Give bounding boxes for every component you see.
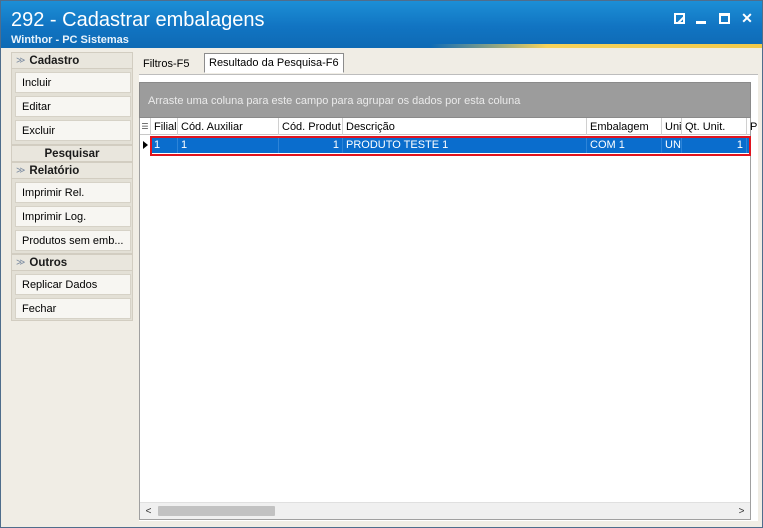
scroll-left-icon[interactable]: < xyxy=(140,503,157,519)
app-window: 292 - Cadastrar embalagens Winthor - PC … xyxy=(0,0,763,528)
title-bar-accent xyxy=(431,44,762,48)
title-bar[interactable]: 292 - Cadastrar embalagens Winthor - PC … xyxy=(1,1,762,48)
column-header-filial[interactable]: Filial xyxy=(151,118,178,135)
sidebar: ≫ Cadastro Incluir Editar Excluir Pesqui… xyxy=(11,52,134,522)
group-by-hint: Arraste uma coluna para este campo para … xyxy=(148,95,521,107)
excluir-button[interactable]: Excluir xyxy=(15,120,131,141)
column-chooser-icon[interactable]: ☰ xyxy=(140,118,151,135)
scrollbar-thumb[interactable] xyxy=(158,506,275,516)
imprimir-log-button[interactable]: Imprimir Log. xyxy=(15,206,131,227)
group-header-pesquisar[interactable]: Pesquisar xyxy=(11,145,133,162)
chevron-down-icon: ≫ xyxy=(16,55,26,65)
group-body-cadastro: Incluir Editar Excluir xyxy=(11,69,133,145)
imprimir-rel-button[interactable]: Imprimir Rel. xyxy=(15,182,131,203)
horizontal-scrollbar[interactable]: < > xyxy=(140,502,750,519)
group-header-relatorio[interactable]: ≫ Relatório xyxy=(11,162,133,179)
results-grid: ☰ Filial Cód. Auxiliar Cód. Produt Descr… xyxy=(139,118,757,520)
group-header-outros[interactable]: ≫ Outros xyxy=(11,254,133,271)
scroll-right-icon[interactable]: > xyxy=(733,503,750,519)
column-header-unidade[interactable]: Uni xyxy=(662,118,682,135)
minimize-button[interactable] xyxy=(693,10,709,26)
incluir-button[interactable]: Incluir xyxy=(15,72,131,93)
tab-resultado-pesquisa[interactable]: Resultado da Pesquisa-F6 xyxy=(204,53,344,73)
group-title-cadastro: Cadastro xyxy=(29,54,80,67)
column-header-cod-produto[interactable]: Cód. Produt xyxy=(279,118,343,135)
results-panel: Arraste uma coluna para este campo para … xyxy=(139,74,758,521)
minimize-icon xyxy=(696,21,706,24)
restore-window-button[interactable] xyxy=(671,10,687,26)
group-header-cadastro[interactable]: ≫ Cadastro xyxy=(11,52,133,69)
group-by-drop-area[interactable]: Arraste uma coluna para este campo para … xyxy=(139,82,751,118)
column-header-descricao[interactable]: Descrição xyxy=(343,118,587,135)
group-body-relatorio: Imprimir Rel. Imprimir Log. Produtos sem… xyxy=(11,179,133,254)
close-button[interactable]: ✕ xyxy=(739,10,755,26)
chevron-down-icon: ≫ xyxy=(16,257,26,267)
column-header-p[interactable]: P xyxy=(747,118,759,135)
chevron-down-icon: ≫ xyxy=(16,165,26,175)
maximize-icon xyxy=(718,12,730,24)
group-title-relatorio: Relatório xyxy=(29,164,80,177)
editar-button[interactable]: Editar xyxy=(15,96,131,117)
restore-icon xyxy=(673,12,685,24)
column-header-cod-auxiliar[interactable]: Cód. Auxiliar xyxy=(178,118,279,135)
tab-strip: Filtros-F5 Resultado da Pesquisa-F6 xyxy=(139,53,759,75)
window-subtitle: Winthor - PC Sistemas xyxy=(11,34,129,46)
selected-row-highlight xyxy=(150,136,751,156)
group-title-outros: Outros xyxy=(29,256,68,269)
grid-header: ☰ Filial Cód. Auxiliar Cód. Produt Descr… xyxy=(140,118,757,135)
produtos-sem-embalagem-button[interactable]: Produtos sem emb... xyxy=(15,230,131,251)
window-title: 292 - Cadastrar embalagens xyxy=(11,9,265,31)
group-body-outros: Replicar Dados Fechar xyxy=(11,271,133,321)
fechar-button[interactable]: Fechar xyxy=(15,298,131,319)
group-title-pesquisar: Pesquisar xyxy=(44,147,100,160)
replicar-dados-button[interactable]: Replicar Dados xyxy=(15,274,131,295)
maximize-button[interactable] xyxy=(716,10,732,26)
tab-filtros[interactable]: Filtros-F5 xyxy=(139,53,193,74)
column-header-qt-unit[interactable]: Qt. Unit. xyxy=(682,118,747,135)
column-header-embalagem[interactable]: Embalagem xyxy=(587,118,662,135)
close-icon: ✕ xyxy=(741,9,753,26)
